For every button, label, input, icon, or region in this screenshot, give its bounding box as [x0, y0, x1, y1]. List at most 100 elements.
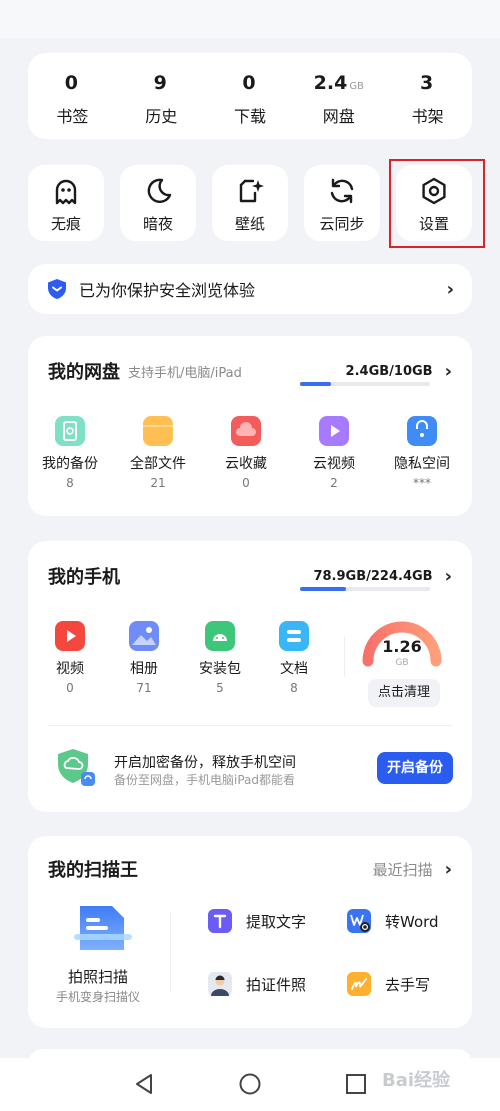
storage-usage-bar [300, 587, 430, 591]
chevron-right-icon: › [446, 278, 454, 300]
tool-label: 设置 [418, 215, 449, 233]
id-photo-icon [208, 972, 232, 996]
photo-scan-label[interactable]: 拍照扫描 [56, 966, 140, 987]
divider [48, 725, 452, 726]
divider [170, 912, 171, 992]
junk-unit: GB [395, 658, 409, 668]
recent-scans-link[interactable]: 最近扫描 [373, 859, 433, 880]
chevron-right-icon: › [444, 360, 452, 382]
stats-card: 0 书签 9 历史 0 下载 2.4 GB 网盘 3 书架 [28, 53, 472, 139]
cloud-item-backup[interactable]: 我的备份 8 [28, 416, 112, 490]
tool-label: 暗夜 [142, 215, 173, 233]
remove-handwriting-button[interactable]: 去手写 [347, 972, 430, 996]
cloud-item-favorites[interactable]: 云收藏 0 [204, 416, 288, 490]
my-phone-card: 我的手机 78.9GB/224.4GB › 视频 0 相册 71 安装包 5 文… [28, 541, 472, 812]
encrypted-backup-icon [58, 749, 95, 786]
junk-gauge: 1.26 GB [358, 607, 446, 671]
junk-size: 1.26 [382, 637, 422, 656]
watermark: Bai经验 [382, 1070, 451, 1091]
back-icon[interactable] [132, 1072, 156, 1096]
tool-label: 云同步 [319, 215, 365, 233]
safety-text: 已为你保护安全浏览体验 [79, 281, 256, 300]
photo-scan-icon[interactable] [74, 904, 132, 960]
stat-value: 0 [242, 72, 256, 94]
item-label: 全部文件 [130, 456, 186, 472]
item-count: 0 [242, 476, 250, 490]
wallpaper-icon [239, 179, 264, 203]
backup-title: 开启加密备份，释放手机空间 [114, 755, 296, 771]
item-label: 相册 [130, 661, 158, 677]
section-subtitle: 支持手机/电脑/iPad [128, 365, 242, 381]
item-label: 云视频 [313, 456, 355, 472]
start-backup-button[interactable]: 开启备份 [377, 752, 453, 784]
safety-bar[interactable]: 已为你保护安全浏览体验 › [28, 264, 472, 314]
scanner-card: 我的扫描王 最近扫描 › 拍照扫描 手机变身扫描仪 提取文字 转Word 拍证件… [28, 836, 472, 1028]
phone-item-apk[interactable]: 安装包 5 [178, 621, 262, 695]
sync-icon [330, 178, 354, 204]
stat-cloud-disk[interactable]: 2.4 GB 网盘 [294, 53, 383, 139]
item-count: 21 [150, 476, 166, 490]
scan-item-label: 拍证件照 [246, 975, 307, 994]
storage-usage-bar [300, 382, 430, 386]
item-count: 8 [290, 681, 298, 695]
wallpaper-button[interactable]: 壁纸 [212, 165, 288, 241]
cloud-disk-card: 我的网盘 支持手机/电脑/iPad 2.4GB/10GB › 我的备份 8 全部… [28, 336, 472, 516]
cloud-item-private-space[interactable]: 隐私空间 *** [380, 416, 464, 490]
chevron-right-icon: › [444, 565, 452, 587]
item-label: 我的备份 [42, 456, 98, 472]
stat-bookshelf[interactable]: 3 书架 [383, 53, 472, 139]
my-phone-header[interactable]: 我的手机 78.9GB/224.4GB › [48, 563, 452, 589]
recent-apps-icon[interactable] [344, 1072, 368, 1096]
stat-label: 下载 [233, 107, 266, 126]
scanner-header[interactable]: 我的扫描王 最近扫描 › [48, 856, 452, 882]
storage-usage: 78.9GB/224.4GB [313, 568, 433, 584]
cloud-sync-button[interactable]: 云同步 [304, 165, 380, 241]
stat-label: 书架 [411, 107, 444, 126]
stat-value: 9 [153, 72, 167, 94]
settings-button[interactable]: 设置 [396, 165, 472, 241]
extract-text-button[interactable]: 提取文字 [208, 909, 306, 933]
phone-item-album[interactable]: 相册 71 [102, 621, 186, 695]
storage-usage: 2.4GB/10GB [345, 363, 433, 379]
quick-tools: 无痕 暗夜 壁纸 云同步 设置 [28, 165, 472, 241]
stat-bookmarks[interactable]: 0 书签 [28, 53, 117, 139]
stat-label: 书签 [56, 107, 89, 126]
stat-downloads[interactable]: 0 下载 [206, 53, 295, 139]
backup-icon [55, 416, 85, 446]
moon-icon [147, 178, 172, 203]
cloud-disk-header[interactable]: 我的网盘 支持手机/电脑/iPad 2.4GB/10GB › [48, 358, 452, 384]
incognito-button[interactable]: 无痕 [28, 165, 104, 241]
home-icon[interactable] [238, 1072, 262, 1096]
section-title: 我的扫描王 [48, 860, 138, 881]
chevron-right-icon: › [444, 858, 452, 880]
scan-item-label: 去手写 [385, 975, 431, 994]
to-word-button[interactable]: 转Word [347, 909, 439, 933]
cloud-item-videos[interactable]: 云视频 2 [292, 416, 376, 490]
phone-item-videos[interactable]: 视频 0 [28, 621, 112, 695]
storage-usage-fill [300, 382, 332, 386]
tool-label: 壁纸 [234, 215, 265, 233]
clean-button[interactable]: 点击清理 [368, 679, 440, 707]
item-label: 隐私空间 [394, 456, 450, 472]
item-label: 安装包 [199, 661, 241, 677]
status-area [0, 0, 500, 38]
scan-item-label: 提取文字 [246, 912, 307, 931]
photo-scan-subtitle: 手机变身扫描仪 [55, 990, 140, 1004]
id-photo-button[interactable]: 拍证件照 [208, 972, 306, 996]
item-count: 0 [66, 681, 74, 695]
item-count: 2 [330, 476, 338, 490]
stat-value: 2.4 GB [313, 72, 364, 94]
apk-icon [205, 621, 235, 651]
text-extract-icon [208, 909, 232, 933]
album-icon [129, 621, 159, 651]
remove-handwriting-icon [347, 972, 371, 996]
stat-history[interactable]: 9 历史 [117, 53, 206, 139]
stat-value: 0 [64, 72, 79, 94]
section-title: 我的手机 [48, 567, 120, 588]
night-mode-button[interactable]: 暗夜 [120, 165, 196, 241]
stat-label: 网盘 [322, 107, 355, 126]
phone-item-documents[interactable]: 文档 8 [252, 621, 336, 695]
stat-value: 3 [419, 72, 434, 94]
cloud-item-all-files[interactable]: 全部文件 21 [116, 416, 200, 490]
tool-label: 无痕 [50, 215, 81, 233]
